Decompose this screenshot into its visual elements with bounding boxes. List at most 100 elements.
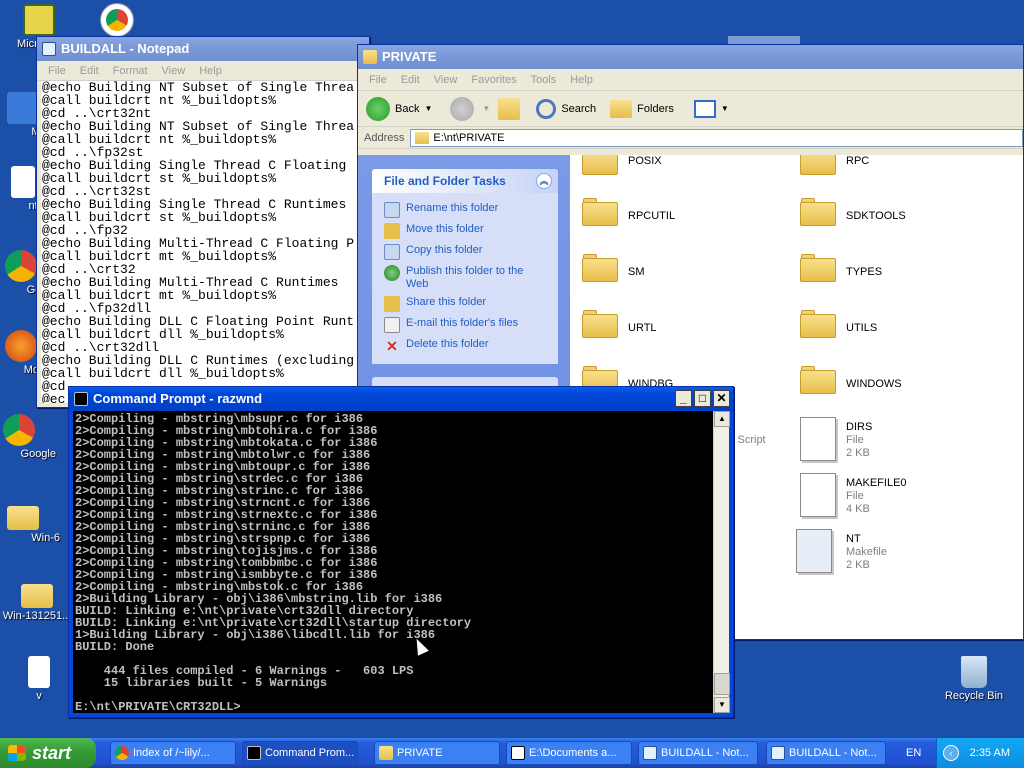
scroll-down-icon[interactable]: ▼ [714,697,730,713]
forward-button[interactable] [450,96,475,121]
folder-icon[interactable] [800,366,836,394]
menu-favorites[interactable]: Favorites [464,74,523,86]
minimize-button[interactable]: _ [675,390,692,407]
task-publish[interactable]: Publish this folder to the Web [372,262,558,293]
folder-icon[interactable] [582,254,618,282]
console-line: 1>Building Library - obj\i386\libcdll.li… [75,628,436,642]
notepad-line: @call buildcrt dll %_buildopts% [42,366,284,381]
task-delete[interactable]: ✕ Delete this folder [372,335,558,356]
folder-icon[interactable] [582,310,618,338]
notepad-text-area[interactable]: @echo Building NT Subset of Single Threa… [41,81,365,403]
menu-help[interactable]: Help [192,65,229,77]
delete-icon: ✕ [386,338,398,354]
makefile-icon[interactable] [796,529,832,573]
desktop-icon-label: Win-131251... [2,610,72,622]
task-label: Delete this folder [406,338,489,350]
taskbar-item-chrome[interactable]: Index of /~lily/... [110,741,236,765]
scroll-thumb[interactable] [714,673,730,695]
menu-format[interactable]: Format [106,65,155,77]
file-name: NT [846,533,861,545]
chevron-down-icon[interactable]: ▼ [482,104,490,113]
taskbar-item-cmd[interactable]: Command Prom... [242,741,358,765]
notepad-window[interactable]: BUILDALL - Notepad File Edit Format View… [36,36,370,408]
desktop-icon-win131251[interactable]: Win-131251... [0,578,74,622]
desktop-icon-chrome[interactable] [80,4,154,38]
close-button[interactable]: ✕ [713,390,730,407]
file-folder-tasks-panel: File and Folder Tasks ︽ Rename this fold… [372,169,558,364]
menu-view[interactable]: View [427,74,465,86]
system-tray: ‹ 2:35 AM [936,738,1024,768]
folder-label: RPC [846,155,870,167]
vertical-scrollbar[interactable]: ▲ ▼ [713,411,730,713]
cmd-window[interactable]: Command Prompt - razwnd _ □ ✕ 2>Compilin… [68,386,734,718]
task-copy[interactable]: Copy this folder [372,241,558,262]
back-button[interactable]: Back ▼ [366,96,432,121]
menu-tools[interactable]: Tools [524,74,564,86]
notepad-icon [771,746,785,760]
menu-file[interactable]: File [41,65,73,77]
maximize-button[interactable]: □ [694,390,711,407]
start-button[interactable]: start [0,738,96,768]
folder-icon[interactable] [800,310,836,338]
console-output[interactable]: 2>Compiling - mbstring\mbsupr.c for i386… [73,411,713,713]
views-button[interactable]: ▼ [693,99,729,118]
folders-button[interactable]: Folders [610,99,674,118]
file-dirs-info: DIRS File 2 KB [846,421,872,460]
clock[interactable]: 2:35 AM [970,747,1010,759]
console-line: BUILD: Done [75,640,155,654]
back-label: Back [395,102,420,115]
myrecent-icon [7,92,39,124]
up-folder-button[interactable] [498,97,521,120]
taskbar-item-notepad2[interactable]: BUILDALL - Not... [766,741,886,765]
console-line: E:\nt\PRIVATE\CRT32DLL> [75,700,241,713]
folder-icon[interactable] [800,198,836,226]
folder-icon[interactable] [800,254,836,282]
address-field[interactable]: E:\nt\PRIVATE [410,128,1023,147]
folder-icon[interactable] [582,198,618,226]
cmd-titlebar[interactable]: Command Prompt - razwnd _ □ ✕ [69,387,733,411]
task-rename[interactable]: Rename this folder [372,199,558,220]
folder-label: SM [628,266,645,278]
chevron-down-icon[interactable]: ▼ [424,104,432,113]
search-button[interactable]: Search [536,98,596,119]
notepad-titlebar[interactable]: BUILDALL - Notepad [37,37,369,61]
desktop-icon-v[interactable]: v [2,656,76,702]
file-makefile0-info: MAKEFILE0 File 4 KB [846,477,907,516]
taskbar-item-explorer[interactable]: PRIVATE [374,741,500,765]
task-share[interactable]: Share this folder [372,293,558,314]
explorer-titlebar[interactable]: PRIVATE [358,45,1023,69]
task-label: Share this folder [406,296,487,308]
desktop-icon-google2[interactable]: Google [0,414,56,460]
taskbar-item-notepad1[interactable]: BUILDALL - Not... [638,741,758,765]
menu-edit[interactable]: Edit [73,65,106,77]
menu-help[interactable]: Help [563,74,600,86]
taskbar: start Index of /~lily/... Command Prom..… [0,738,1024,768]
folder-icon[interactable] [582,155,618,175]
file-nt-info: NT Makefile 2 KB [846,533,887,572]
document-icon [11,166,35,198]
folder-icon [363,50,377,64]
file-icon[interactable] [800,473,836,517]
email-icon [384,317,400,333]
publish-web-icon [384,265,400,281]
menu-edit[interactable]: Edit [394,74,427,86]
task-move[interactable]: Move this folder [372,220,558,241]
folder-label: URTL [628,322,657,334]
file-icon[interactable] [800,417,836,461]
task-email[interactable]: E-mail this folder's files [372,314,558,335]
file-type-label: l Script [732,434,766,446]
desktop-icon-recycle-bin[interactable]: Recycle Bin [937,656,1011,702]
menu-file[interactable]: File [362,74,394,86]
language-indicator[interactable]: EN [906,738,921,768]
folders-label: Folders [637,102,674,115]
desktop-icon-win6[interactable]: Win-6 [0,500,60,544]
menu-view[interactable]: View [155,65,193,77]
taskbar-item-7zip[interactable]: E:\Documents a... [506,741,632,765]
file-folder-tasks-header[interactable]: File and Folder Tasks ︽ [372,169,558,193]
collapse-icon[interactable]: ︽ [536,173,552,189]
tray-expand-icon[interactable]: ‹ [943,745,959,761]
desktop-icon-label: v [36,690,42,702]
chrome-icon [101,4,133,36]
scroll-up-icon[interactable]: ▲ [714,411,730,427]
folder-icon[interactable] [800,155,836,175]
